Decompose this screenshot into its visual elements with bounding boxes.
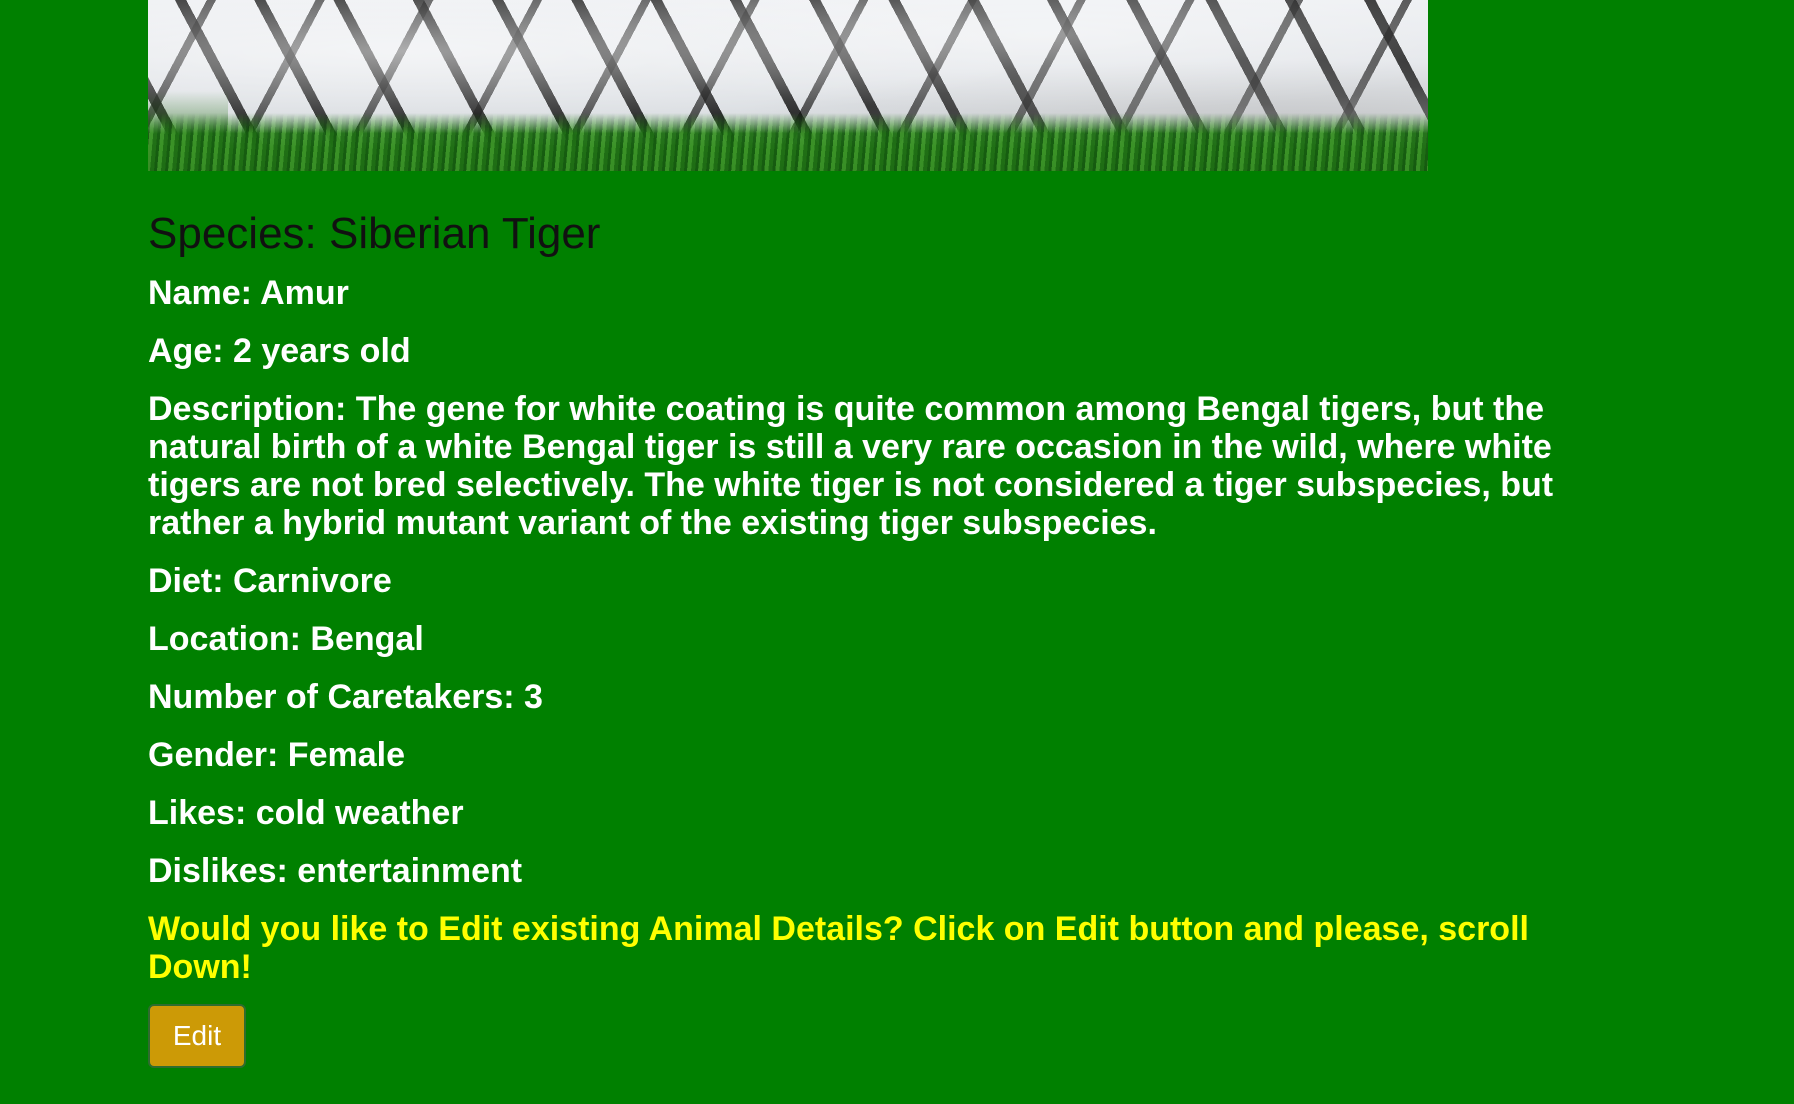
animal-age: Age: 2 years old [148, 332, 411, 371]
animal-gender: Gender: Female [148, 736, 405, 775]
photo-grass [148, 113, 1428, 171]
animal-description: Description: The gene for white coating … [148, 390, 1554, 543]
animal-dislikes: Dislikes: entertainment [148, 852, 523, 891]
species-heading: Species: Siberian Tiger [148, 209, 601, 258]
edit-button[interactable]: Edit [148, 1004, 246, 1069]
edit-prompt: Would you like to Edit existing Animal D… [148, 910, 1529, 987]
animal-likes: Likes: cold weather [148, 794, 464, 833]
animal-photo [148, 0, 1428, 171]
animal-caretakers: Number of Caretakers: 3 [148, 678, 543, 717]
animal-location: Location: Bengal [148, 620, 424, 659]
animal-name: Name: Amur [148, 274, 1608, 312]
animal-details: Species: Siberian Tiger Name: Amur Age: … [148, 209, 1608, 1069]
name-value: Amur [260, 274, 349, 313]
animal-diet: Diet: Carnivore [148, 562, 392, 601]
name-label: Name: [148, 274, 261, 313]
animal-details-page: Species: Siberian Tiger Name: Amur Age: … [0, 0, 1794, 1104]
